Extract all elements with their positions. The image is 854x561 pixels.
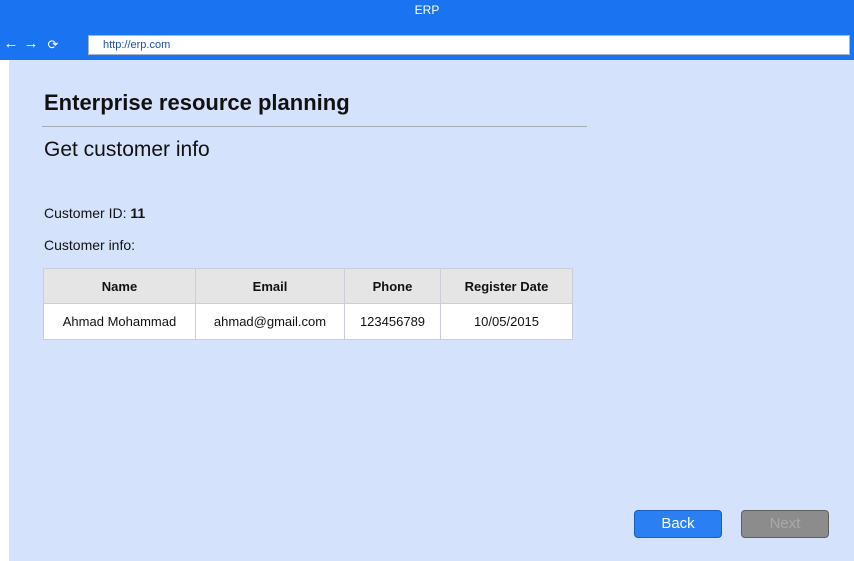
back-arrow-icon[interactable]: ← [2, 34, 20, 54]
column-header-register-date: Register Date [440, 268, 573, 304]
cell-register-date: 10/05/2015 [440, 303, 573, 340]
column-header-name: Name [43, 268, 196, 304]
column-header-email: Email [195, 268, 345, 304]
window-title: ERP [0, 0, 854, 20]
refresh-icon[interactable]: ⟳ [44, 35, 62, 55]
cell-name: Ahmad Mohammad [43, 303, 196, 340]
customer-id-label: Customer ID: [44, 205, 127, 221]
table-header-row: Name Email Phone Register Date [43, 268, 573, 304]
app-title: Enterprise resource planning [44, 90, 350, 115]
table-row: Ahmad Mohammad ahmad@gmail.com 123456789… [43, 303, 573, 340]
forward-arrow-icon[interactable]: → [22, 34, 40, 54]
customer-id-line: Customer ID: 11 [44, 205, 145, 221]
column-header-phone: Phone [344, 268, 441, 304]
customer-info-label: Customer info: [44, 237, 136, 253]
next-button: Next [741, 510, 829, 538]
cell-phone: 123456789 [344, 303, 441, 340]
page-content: Enterprise resource planning Get custome… [9, 60, 854, 561]
address-bar[interactable]: http://erp.com [88, 35, 850, 55]
browser-toolbar: ← → ⟳ http://erp.com [0, 20, 854, 60]
title-divider [42, 126, 587, 127]
cell-email: ahmad@gmail.com [195, 303, 345, 340]
page-subtitle: Get customer info [44, 138, 210, 161]
browser-window: ERP ← → ⟳ http://erp.com Enterprise reso… [0, 0, 854, 561]
back-button[interactable]: Back [634, 510, 722, 538]
customer-info-table: Name Email Phone Register Date Ahmad Moh… [43, 268, 573, 340]
customer-id-value: 11 [130, 205, 146, 221]
